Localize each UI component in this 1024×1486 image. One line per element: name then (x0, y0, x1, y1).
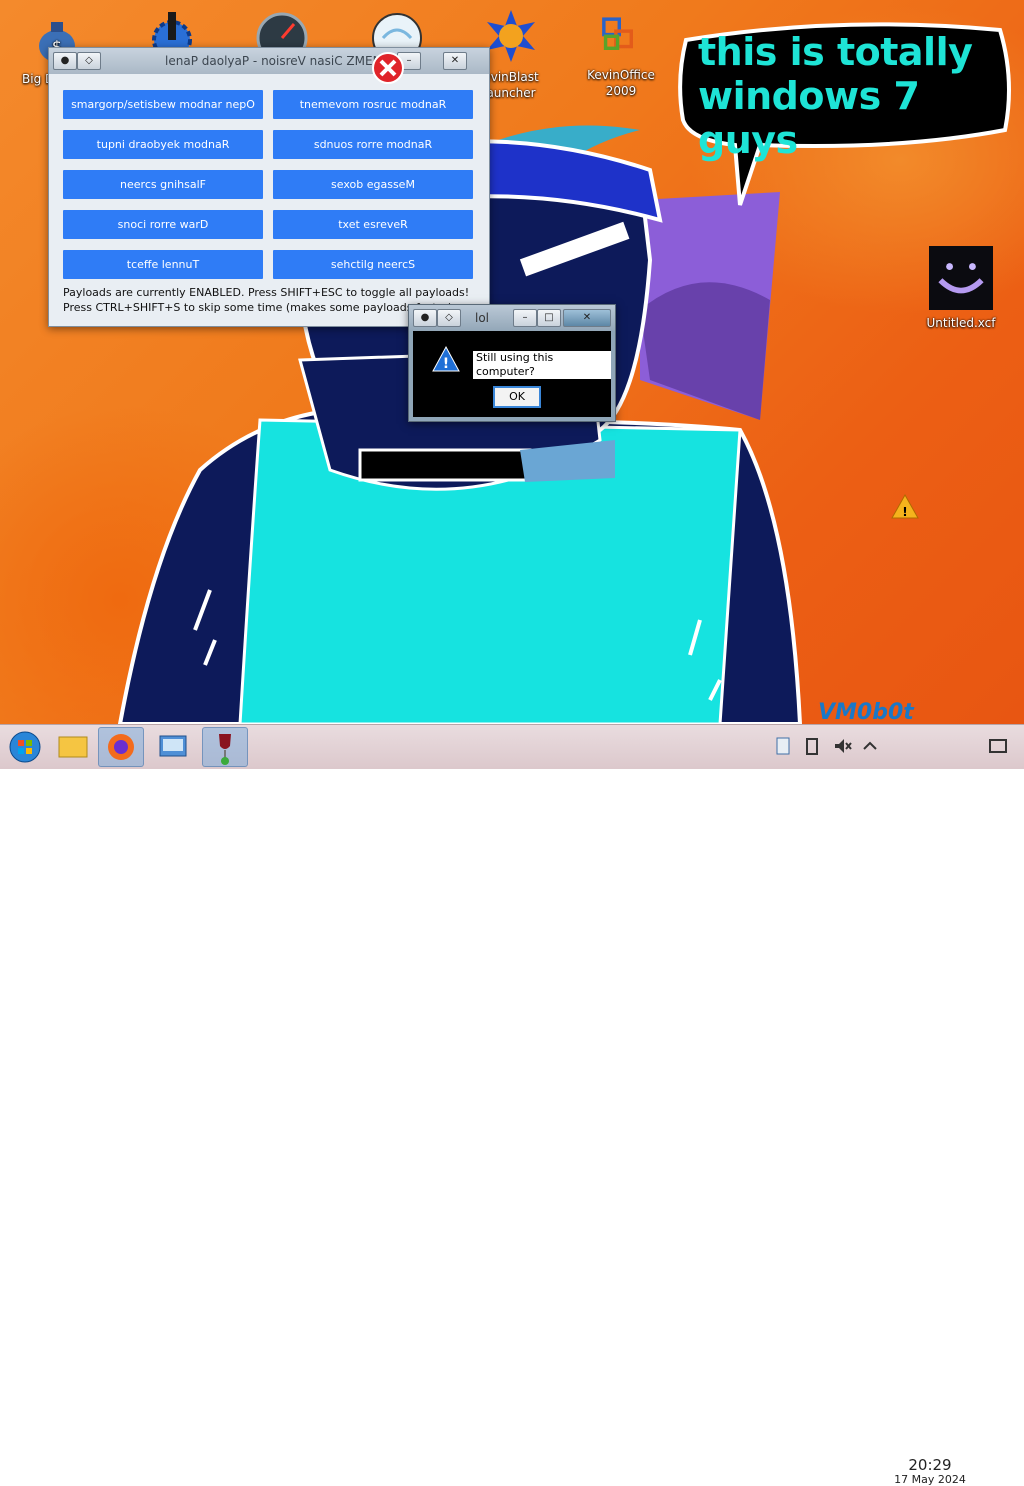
message-dialog: ● ◇ lol – □ ✕ ! Still using this compute… (408, 304, 616, 422)
payload-button[interactable]: tupni draobyek modnaR (63, 130, 263, 159)
taskbar-wine[interactable] (202, 727, 248, 767)
info-line: Payloads are currently ENABLED. Press SH… (63, 286, 470, 299)
kevinblast-icon (487, 10, 535, 62)
clock-time[interactable]: 20:29 (893, 1456, 967, 1474)
warning-icon: ! (432, 345, 460, 372)
payload-button[interactable]: sdnuos rorre modnaR (273, 130, 473, 159)
payload-button[interactable]: tceffe lennuT (63, 250, 263, 279)
dialog-titlebar[interactable]: ● ◇ lol – □ ✕ (409, 305, 615, 331)
wine-icon (219, 734, 231, 765)
start-orb-icon (9, 731, 41, 763)
start-button[interactable] (2, 727, 48, 767)
payload-panel-window: ● ◇ lenaP daolyaP - noisreV nasiC ZMEM –… (48, 47, 490, 327)
payload-button[interactable]: txet esreveR (273, 210, 473, 239)
taskbar: 20:29 17 May 2024 (0, 724, 1024, 1486)
taskbar-control-panel[interactable] (150, 727, 196, 767)
svg-text:!: ! (443, 356, 449, 372)
control-panel-icon (159, 735, 187, 757)
payload-button[interactable]: sehctilg neercS (273, 250, 473, 279)
taskbar-file-explorer[interactable] (50, 727, 96, 767)
window-pin-button[interactable]: ◇ (437, 309, 461, 327)
clipboard-icon[interactable] (773, 735, 793, 757)
firefox-icon (108, 734, 134, 760)
file-explorer-icon (58, 736, 88, 758)
payload-button[interactable]: neercs gnihsalF (63, 170, 263, 199)
desktop: ! this is totally windows 7 guys $ Big D… (0, 0, 1024, 724)
desktop-icon-untitled-xcf[interactable]: Untitled.xcf (916, 246, 1006, 331)
payload-button[interactable]: sexob egasseM (273, 170, 473, 199)
close-button[interactable]: ✕ (563, 309, 611, 327)
volume-muted-icon[interactable] (832, 735, 852, 757)
show-desktop-icon[interactable] (988, 735, 1008, 757)
window-titlebar[interactable]: ● ◇ lenaP daolyaP - noisreV nasiC ZMEM –… (49, 48, 489, 74)
clock-date[interactable]: 17 May 2024 (889, 1473, 971, 1486)
chevron-up-icon[interactable] (860, 735, 880, 757)
payload-button[interactable]: tnemevom rosruc modnaR (273, 90, 473, 119)
dialog-body: ! Still using this computer? OK (413, 331, 611, 417)
minimize-button[interactable]: – (513, 309, 537, 327)
svg-text:!: ! (902, 505, 907, 519)
battery-icon[interactable] (802, 735, 822, 757)
window-pin-button[interactable]: ◇ (77, 52, 101, 70)
dialog-message: Still using this computer? (473, 351, 611, 379)
ok-button[interactable]: OK (493, 386, 541, 408)
taskbar-firefox[interactable] (98, 727, 144, 767)
desktop-icon-label: KevinOffice 2009 (587, 68, 655, 98)
dialog-title: lol (475, 311, 490, 325)
watermark-text: VM0b0t (818, 700, 914, 724)
desktop-icon-kevinoffice[interactable]: KevinOffice 2009 (576, 14, 666, 99)
speech-bubble-text: this is totally windows 7 guys (698, 30, 973, 162)
maximize-button[interactable]: □ (537, 309, 561, 327)
desktop-icon-label: Untitled.xcf (926, 316, 996, 330)
office-icon (602, 17, 633, 50)
error-icon (372, 52, 404, 84)
window-menu-button[interactable]: ● (413, 309, 437, 327)
window-menu-button[interactable]: ● (53, 52, 77, 70)
payload-button[interactable]: snoci rorre warD (63, 210, 263, 239)
payload-button[interactable]: smargorp/setisbew modnar nepO (63, 90, 263, 119)
xcf-image-icon (929, 246, 993, 310)
close-button[interactable]: ✕ (443, 52, 467, 70)
